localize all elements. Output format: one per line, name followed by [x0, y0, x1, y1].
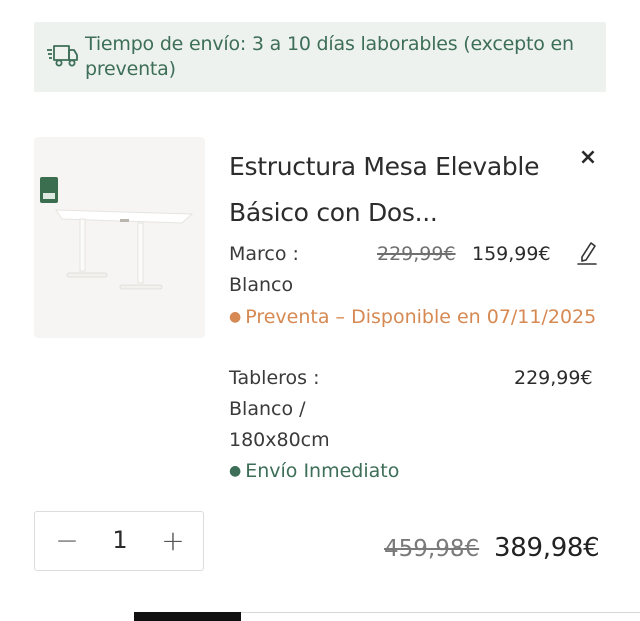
delivery-truck-icon — [47, 45, 78, 67]
product-image[interactable] — [34, 137, 205, 338]
status-dot-icon: ● — [229, 463, 242, 479]
status-dot-icon: ● — [229, 309, 242, 325]
total-price: 389,98€ — [494, 533, 600, 563]
marco-value: Blanco — [229, 274, 294, 296]
preorder-status-text: Preventa – Disponible en 07/11/2025 — [245, 306, 597, 328]
quantity-value: 1 — [112, 526, 128, 554]
bottom-divider — [241, 612, 640, 613]
shipping-time-text: Tiempo de envío: 3 a 10 días laborables … — [85, 33, 574, 80]
immediate-shipping-text: Envío Inmediato — [245, 460, 400, 482]
shipping-banner: Tiempo de envío: 3 a 10 días laborables … — [34, 22, 606, 92]
tableros-label: Tableros : — [229, 367, 320, 389]
desk-frame-illustration — [55, 209, 194, 290]
tableros-value-line2: 180x80cm — [229, 429, 330, 451]
immediate-shipping-status: ● Envío Inmediato — [229, 456, 399, 487]
marco-label: Marco : — [229, 243, 299, 265]
marco-price: 159,99€ — [472, 243, 551, 265]
preorder-status: ● Preventa – Disponible en 07/11/2025 — [229, 302, 599, 333]
increase-quantity-button[interactable]: + — [156, 524, 190, 558]
product-title[interactable]: Estructura Mesa Elevable Básico con Dos.… — [229, 144, 577, 236]
edit-pencil-icon[interactable] — [576, 240, 598, 266]
remove-item-button[interactable]: × — [578, 147, 598, 169]
decrease-quantity-button[interactable]: − — [50, 524, 84, 558]
total-old-price: 459,98€ — [384, 536, 480, 562]
quantity-stepper: − 1 + — [34, 511, 204, 571]
marco-old-price: 229,99€ — [377, 243, 456, 265]
tableros-value-line1: Blanco / — [229, 398, 306, 420]
bottom-tab-indicator — [134, 612, 241, 621]
tableros-price: 229,99€ — [514, 367, 593, 389]
